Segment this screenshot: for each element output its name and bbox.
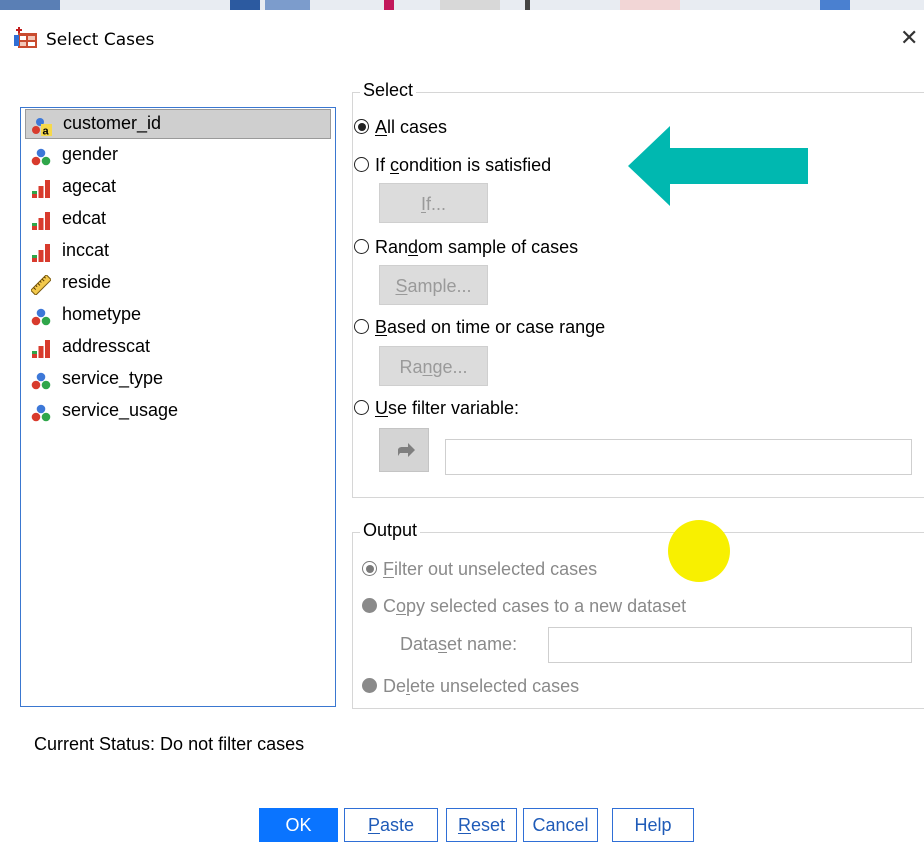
- variable-label: customer_id: [63, 113, 162, 133]
- filter-variable-label: Use filter variable:: [375, 398, 520, 418]
- variable-item[interactable]: addresscat: [25, 333, 331, 363]
- random-sample-radio[interactable]: Random sample of cases: [354, 237, 578, 258]
- variable-item[interactable]: agecat: [25, 173, 331, 203]
- reset-button[interactable]: Reset: [446, 808, 517, 842]
- range-button[interactable]: Range...: [379, 346, 488, 386]
- delete-unselected-radio[interactable]: Delete unselected cases: [362, 676, 579, 697]
- delete-unselected-label: Delete unselected cases: [383, 676, 580, 696]
- cursor-highlight-dot: [668, 520, 730, 582]
- ok-button[interactable]: OK: [259, 808, 338, 842]
- help-button[interactable]: Help: [612, 808, 694, 842]
- select-cases-icon: [14, 27, 37, 48]
- svg-text:a: a: [43, 126, 50, 137]
- variable-item[interactable]: edcat: [25, 205, 331, 235]
- variable-label: inccat: [62, 240, 110, 260]
- variable-item[interactable]: reside: [25, 269, 331, 299]
- radio-indicator: [354, 239, 369, 255]
- output-group-title: Output: [360, 520, 421, 541]
- ordinal-icon: [31, 179, 51, 199]
- copy-dataset-radio[interactable]: Copy selected cases to a new dataset: [362, 596, 686, 617]
- nominal-icon: [31, 371, 51, 391]
- all-cases-radio[interactable]: All cases: [354, 117, 447, 138]
- annotation-arrow-icon: [628, 126, 808, 206]
- time-range-radio[interactable]: Based on time or case range: [354, 317, 605, 338]
- filter-out-label: Filter out unselected cases: [383, 559, 598, 579]
- filter-out-radio[interactable]: Filter out unselected cases: [362, 559, 597, 580]
- radio-indicator: [354, 157, 369, 173]
- variable-item[interactable]: service_usage: [25, 397, 331, 427]
- radio-indicator: [354, 119, 369, 135]
- ordinal-icon: [31, 339, 51, 359]
- move-variable-button[interactable]: [379, 428, 429, 472]
- nominal-icon: [31, 403, 51, 423]
- variable-item[interactable]: inccat: [25, 237, 331, 267]
- radio-indicator: [354, 319, 369, 335]
- dataset-name-label: Dataset name:: [400, 634, 518, 654]
- radio-indicator: [354, 400, 369, 416]
- paste-button[interactable]: Paste: [344, 808, 438, 842]
- variable-label: hometype: [62, 304, 142, 324]
- variable-label: service_type: [62, 368, 164, 388]
- ordinal-icon: [31, 243, 51, 263]
- copy-dataset-label: Copy selected cases to a new dataset: [383, 596, 687, 616]
- window-title: Select Cases: [46, 30, 155, 50]
- variable-item[interactable]: a customer_id: [25, 109, 331, 139]
- all-cases-label: All cases: [375, 117, 448, 137]
- variable-item[interactable]: gender: [25, 141, 331, 171]
- ordinal-icon: [31, 211, 51, 231]
- nominal-icon: [31, 307, 51, 327]
- if-condition-label: If condition is satisfied: [375, 155, 552, 175]
- radio-indicator: [362, 598, 377, 614]
- nominal-icon: [31, 147, 51, 167]
- time-range-label: Based on time or case range: [375, 317, 606, 337]
- select-group-title: Select: [360, 80, 417, 101]
- if-button[interactable]: If...: [379, 183, 488, 223]
- variable-item[interactable]: hometype: [25, 301, 331, 331]
- scale-icon: [30, 274, 52, 296]
- random-sample-label: Random sample of cases: [375, 237, 579, 257]
- dataset-name-field[interactable]: [548, 627, 912, 663]
- variable-item[interactable]: service_type: [25, 365, 331, 395]
- arrow-right-icon: [398, 443, 415, 457]
- string-nominal-icon: a: [32, 116, 52, 138]
- radio-indicator: [362, 561, 377, 577]
- background-window-strip: [0, 0, 924, 10]
- variable-list[interactable]: a customer_idgender agecat edcat inccat resid…: [20, 107, 336, 707]
- if-condition-radio[interactable]: If condition is satisfied: [354, 155, 551, 176]
- variable-label: addresscat: [62, 336, 151, 356]
- close-icon[interactable]: ✕: [900, 28, 920, 50]
- filter-variable-radio[interactable]: Use filter variable:: [354, 398, 519, 419]
- variable-label: service_usage: [62, 400, 179, 420]
- cancel-button[interactable]: Cancel: [523, 808, 598, 842]
- variable-label: reside: [62, 272, 112, 292]
- variable-label: edcat: [62, 208, 107, 228]
- variable-label: gender: [62, 144, 119, 164]
- radio-indicator: [362, 678, 377, 694]
- variable-label: agecat: [62, 176, 117, 196]
- sample-button[interactable]: Sample...: [379, 265, 488, 305]
- filter-variable-field[interactable]: [445, 439, 912, 475]
- current-status: Current Status: Do not filter cases: [34, 734, 305, 754]
- title-bar: Select Cases ✕: [0, 10, 924, 58]
